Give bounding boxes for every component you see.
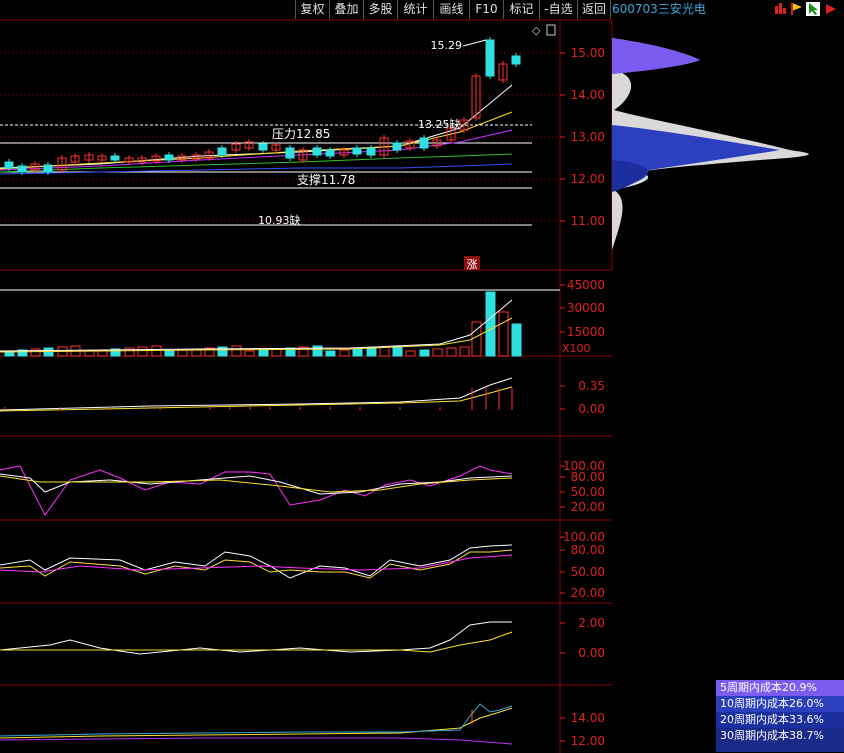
volume-bar: [30, 348, 41, 357]
volume-unit-label: X100: [562, 342, 591, 355]
cost-row-10: 10周期内成本26.0%: [716, 696, 844, 712]
gap-up-label: 13.25缺: [418, 117, 461, 131]
axis-tick-label: 45000: [567, 278, 605, 292]
axis-tick-label: 11.00: [571, 214, 605, 228]
axis-tick-label: 50.00: [571, 565, 605, 579]
candle: [110, 155, 120, 161]
axis-tick-label: 12.00: [571, 734, 605, 748]
candle: [258, 143, 268, 151]
cost-row-20: 20周期内成本33.6%: [716, 712, 844, 728]
axis-tick-label: 0.35: [578, 379, 605, 393]
axis-tick-label: 20.00: [571, 500, 605, 514]
volume-bar: [164, 350, 175, 357]
candle: [325, 149, 335, 157]
axis-tick-label: 80.00: [571, 470, 605, 484]
volume-series: [4, 291, 522, 357]
volume-bar: [419, 349, 430, 357]
volume-bar: [177, 349, 188, 357]
volume-bar: [258, 349, 269, 357]
cost-row-extra: [716, 744, 844, 752]
candle: [392, 142, 402, 151]
candle: [43, 164, 53, 173]
candle: [285, 147, 295, 159]
volume-bar: [379, 346, 390, 357]
volume-bar: [459, 346, 470, 357]
high-price-label: 15.29: [431, 39, 463, 52]
volume-bar: [498, 311, 509, 357]
axis-tick-label: 15.00: [571, 46, 605, 60]
candle: [217, 147, 227, 156]
volume-bar: [432, 348, 443, 357]
candle: [164, 154, 174, 161]
volume-bar: [405, 350, 416, 357]
diamond-icon[interactable]: ◇: [532, 24, 541, 37]
volume-bar: [244, 350, 255, 357]
volume-bar: [325, 350, 336, 357]
candle: [352, 147, 362, 155]
axis-tick-label: 14.00: [571, 88, 605, 102]
volume-bar: [231, 345, 242, 357]
gap-down-label: 10.93缺: [258, 213, 301, 227]
volume-bar: [151, 345, 162, 357]
axis-tick-label: 14.00: [571, 711, 605, 725]
axis-tick-label: 50.00: [571, 485, 605, 499]
volume-bar: [366, 347, 377, 357]
axis-tick-label: 0.00: [578, 402, 605, 416]
axis-tick-label: 12.00: [571, 172, 605, 186]
axis-tick-label: 2.00: [578, 616, 605, 630]
axis-tick-label: 20.00: [571, 586, 605, 600]
candle: [366, 147, 376, 156]
axis-tick-label: 30000: [567, 301, 605, 315]
candle: [4, 161, 14, 169]
volume-bar: [511, 323, 522, 357]
volume-bar: [339, 349, 350, 357]
candle: [485, 39, 495, 77]
kline-chart[interactable]: 涨 15.29 13.25缺 压力12.85 支撑11.78 10.93缺 ◇: [0, 0, 844, 753]
candle: [17, 165, 27, 173]
cost-legend: 5周期内成本20.9% 10周期内成本26.0% 20周期内成本33.6% 30…: [716, 680, 844, 752]
volume-bar: [485, 291, 496, 357]
candlestick-series: [4, 37, 521, 175]
volume-bar: [271, 348, 282, 357]
candle: [312, 147, 322, 156]
axis-tick-label: 15000: [567, 325, 605, 339]
limit-up-badge: 涨: [467, 258, 478, 271]
volume-bar: [352, 348, 363, 357]
volume-bar: [137, 346, 148, 357]
candle: [419, 137, 429, 149]
candle: [511, 55, 521, 65]
support-label: 支撑11.78: [297, 172, 355, 187]
volume-bar: [312, 345, 323, 357]
axis-tick-label: 80.00: [571, 543, 605, 557]
axis-tick-label: 13.00: [571, 130, 605, 144]
volume-bar: [84, 350, 95, 357]
axis-tick-label: 0.00: [578, 646, 605, 660]
volume-bar: [446, 347, 457, 357]
cost-row-30: 30周期内成本38.7%: [716, 728, 844, 744]
resistance-label: 压力12.85: [272, 127, 330, 141]
axis-tick-label: 100.00: [563, 530, 605, 544]
cost-row-5: 5周期内成本20.9%: [716, 680, 844, 696]
